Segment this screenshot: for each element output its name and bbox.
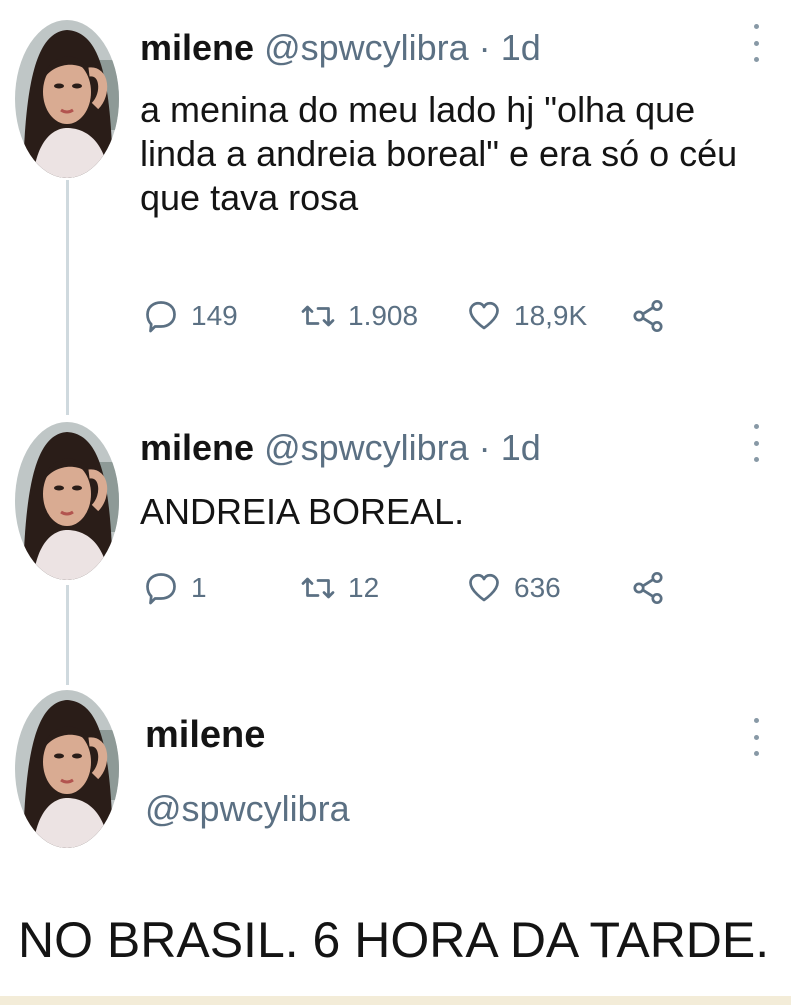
tweet-text: NO BRASIL. 6 HORA DA TARDE. [18, 912, 770, 968]
reply-count: 149 [191, 300, 238, 331]
retweet-button[interactable]: 12 [300, 570, 379, 606]
tweet-actions: 149 1.908 18,9K [0, 298, 791, 358]
heart-icon [469, 301, 499, 330]
retweet-count: 1.908 [348, 300, 419, 331]
author-name[interactable]: milene [140, 427, 254, 468]
author-name[interactable]: milene [140, 27, 254, 68]
speech-bubble-icon [146, 301, 176, 333]
more-options-icon[interactable] [750, 24, 762, 62]
retweet-button[interactable]: 1.908 [300, 298, 418, 334]
separator-dot: · [478, 427, 491, 468]
tweet-timestamp[interactable]: 1d [501, 427, 541, 468]
avatar[interactable] [15, 422, 119, 580]
retweet-arrows-icon [301, 577, 335, 599]
share-button[interactable] [630, 298, 678, 334]
author-handle[interactable]: @spwcylibra [264, 27, 469, 68]
reply-count: 1 [191, 572, 207, 603]
tweet-header: milene @spwcylibra · 1d [140, 428, 541, 468]
more-options-icon[interactable] [750, 718, 762, 756]
more-options-icon[interactable] [750, 424, 762, 462]
share-button[interactable] [630, 570, 678, 606]
bottom-edge-strip [0, 996, 791, 1005]
like-count: 18,9K [514, 300, 588, 331]
retweet-arrows-icon [301, 305, 335, 327]
reply-button[interactable]: 149 [143, 298, 238, 334]
tweet-timestamp[interactable]: 1d [501, 27, 541, 68]
like-button[interactable]: 636 [466, 570, 561, 606]
reply-button[interactable]: 1 [143, 570, 207, 606]
tweet-header: milene @spwcylibra · 1d [140, 28, 541, 68]
heart-icon [469, 573, 499, 602]
avatar[interactable] [15, 690, 119, 848]
tweet-text: a menina do meu lado hj "olha que linda … [140, 89, 738, 218]
tweet-text: ANDREIA BOREAL. [140, 491, 465, 532]
author-handle[interactable]: @spwcylibra [145, 788, 350, 830]
separator-dot: · [478, 27, 491, 68]
share-nodes-icon [633, 299, 663, 333]
author-name[interactable]: milene [145, 714, 265, 757]
share-nodes-icon [633, 571, 663, 605]
avatar-image [15, 690, 119, 848]
like-count: 636 [514, 572, 561, 603]
like-button[interactable]: 18,9K [466, 298, 587, 334]
author-handle[interactable]: @spwcylibra [264, 427, 469, 468]
tweet-actions: 1 12 636 [0, 570, 791, 630]
speech-bubble-icon [146, 573, 176, 605]
avatar-image [15, 422, 119, 580]
avatar[interactable] [15, 20, 119, 178]
avatar-image [15, 20, 119, 178]
retweet-count: 12 [348, 572, 380, 603]
